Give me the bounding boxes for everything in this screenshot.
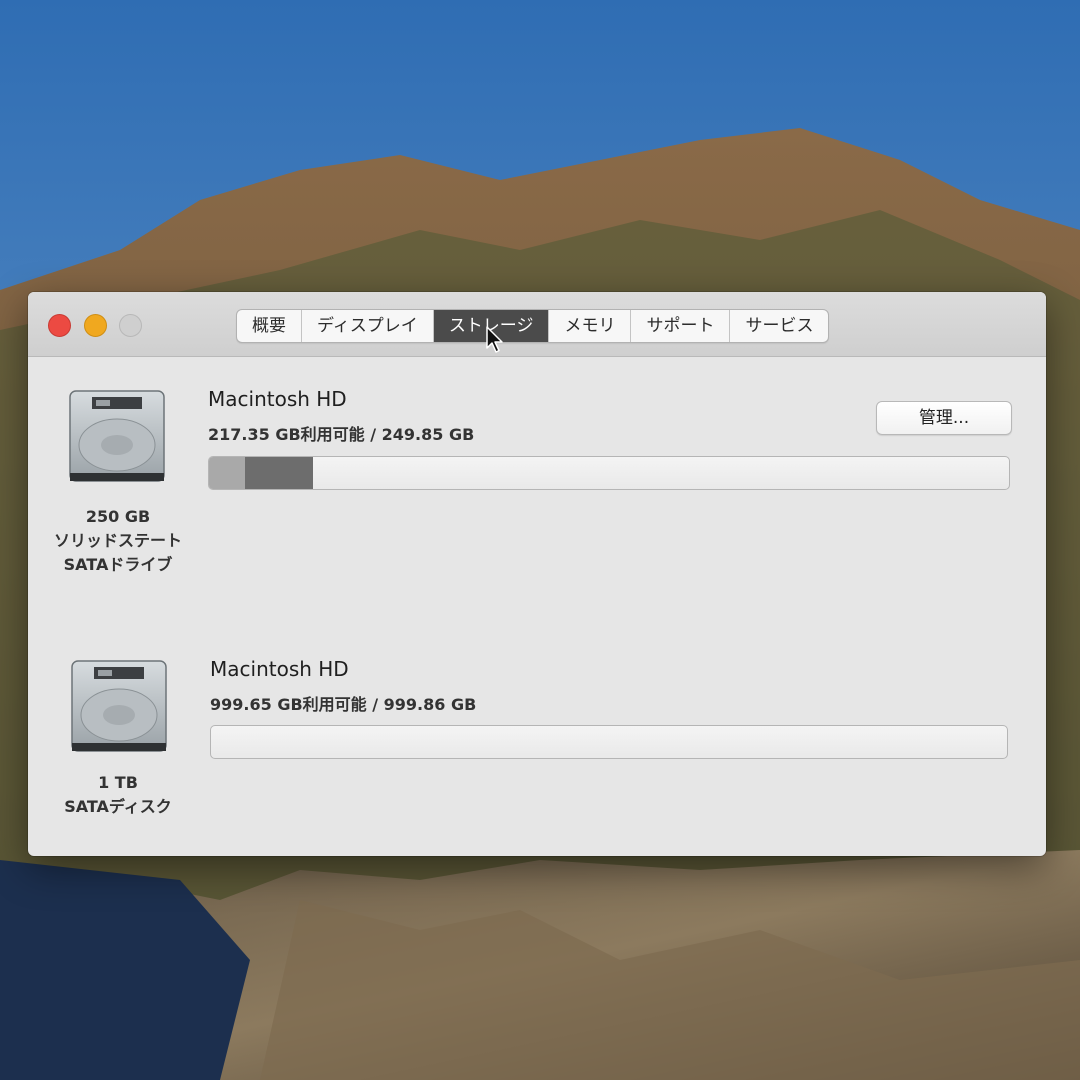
manage-button[interactable]: 管理... [876,401,1012,435]
mouse-pointer-icon [486,326,503,353]
drive-type-line: SATAディスク [64,797,172,816]
tab-support[interactable]: サポート [631,310,731,342]
tab-bar: 概要 ディスプレイ ストレージ メモリ サポート サービス [236,309,830,343]
drive-type-line: ソリッドステート [53,531,182,550]
drive-capacity: 250 GB [85,507,151,526]
tab-displays[interactable]: ディスプレイ [302,310,434,342]
minimize-button[interactable] [84,314,107,337]
drive-type-line: SATAドライブ [63,555,173,574]
volume-name: Macintosh HD [208,387,347,411]
tab-memory[interactable]: メモリ [549,310,632,342]
volume-space: 217.35 GB利用可能 / 249.85 GB [208,425,475,444]
drive-description: 250 GB ソリッドステート SATAドライブ [34,505,202,577]
title-bar: 概要 ディスプレイ ストレージ メモリ サポート サービス [28,292,1046,357]
storage-usage-bar [210,725,1008,759]
drive-description: 1 TB SATAディスク [34,771,202,819]
usage-segment-system [209,457,245,489]
volume-space: 999.65 GB利用可能 / 999.86 GB [210,695,477,714]
hard-drive-icon [69,390,165,482]
about-this-mac-window: 概要 ディスプレイ ストレージ メモリ サポート サービス 250 GB ソリッ… [28,292,1046,856]
volume-name: Macintosh HD [210,657,349,681]
storage-pane: 250 GB ソリッドステート SATAドライブ Macintosh HD 21… [28,357,1046,856]
storage-usage-bar [208,456,1010,490]
close-button[interactable] [48,314,71,337]
tab-overview[interactable]: 概要 [237,310,302,342]
tab-service[interactable]: サービス [730,310,828,342]
zoom-button[interactable] [119,314,142,337]
hard-drive-icon [71,660,167,752]
usage-segment-other [245,457,313,489]
drive-capacity: 1 TB [98,773,138,792]
